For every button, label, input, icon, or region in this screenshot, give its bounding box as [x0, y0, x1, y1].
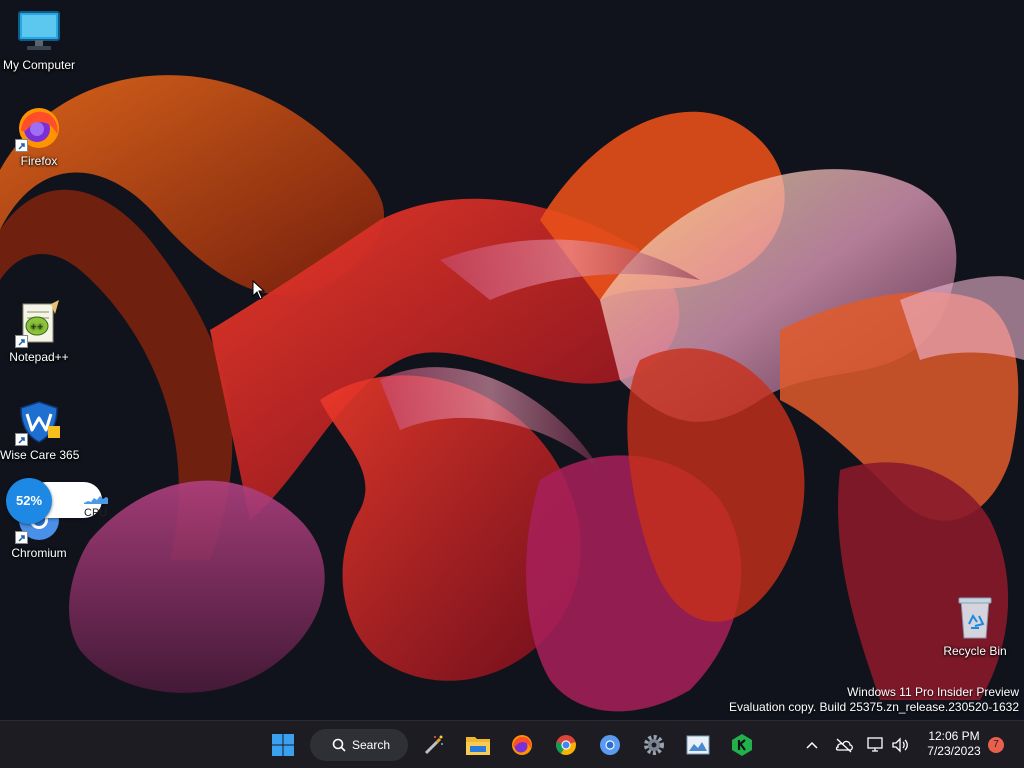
desktop-icon-label: Recycle Bin: [943, 644, 1007, 658]
desktop-icon-label: Chromium: [11, 546, 67, 560]
desktop-icon-firefox[interactable]: Firefox: [0, 104, 78, 168]
taskbar-app-file-explorer[interactable]: [462, 729, 494, 761]
tray-overflow-button[interactable]: [802, 735, 822, 755]
firefox-icon: [15, 104, 63, 152]
shortcut-arrow-icon: [15, 335, 28, 348]
search-icon: [332, 738, 346, 752]
chevron-up-icon: [806, 741, 818, 749]
mouse-cursor-icon: [252, 280, 266, 300]
desktop-icon-label: Firefox: [20, 154, 58, 168]
shortcut-arrow-icon: [15, 531, 28, 544]
start-button[interactable]: [267, 729, 299, 761]
desktop-icon-notepad-plus-plus[interactable]: ++ Notepad++: [0, 300, 78, 364]
desktop-icon-my-computer[interactable]: My Computer: [0, 8, 78, 72]
firefox-icon: [512, 735, 532, 755]
chromium-icon: [600, 735, 620, 755]
tray-network[interactable]: [866, 735, 886, 755]
taskbar-app-photos[interactable]: [682, 729, 714, 761]
clock-time: 12:06 PM: [928, 729, 980, 743]
cpu-label: CPU: [84, 507, 108, 519]
taskbar-app-chromium[interactable]: [594, 729, 626, 761]
windows-watermark: Windows 11 Pro Insider Preview Evaluatio…: [729, 685, 1019, 715]
taskbar-clock[interactable]: 12:06 PM 7/23/2023: [918, 729, 990, 759]
taskbar-app-firefox[interactable]: [506, 729, 538, 761]
monitor-icon: [15, 8, 63, 56]
taskbar-search-button[interactable]: Search: [310, 729, 408, 761]
taskbar-app-chrome[interactable]: [550, 729, 582, 761]
windows-start-icon: [272, 734, 294, 756]
desktop-icon-recycle-bin[interactable]: Recycle Bin: [936, 594, 1014, 658]
search-label: Search: [352, 738, 391, 752]
file-explorer-icon: [466, 737, 490, 755]
clock-date: 7/23/2023: [927, 744, 981, 758]
cloud-offline-icon: [835, 738, 853, 753]
cpu-usage-widget[interactable]: CPU 52%: [6, 478, 108, 524]
watermark-build: Evaluation copy. Build 25375.zn_release.…: [729, 700, 1019, 714]
shortcut-arrow-icon: [15, 433, 28, 446]
network-icon: [867, 737, 883, 752]
cpu-graph-icon: [84, 496, 108, 504]
photos-icon: [686, 735, 710, 755]
chrome-icon: [556, 735, 576, 755]
desktop-icon-label: Notepad++: [9, 350, 69, 364]
settings-icon: [644, 735, 664, 755]
cpu-percent-badge: 52%: [6, 478, 52, 524]
taskbar-app-k[interactable]: [726, 729, 758, 761]
notepad-plus-plus-icon: ++: [15, 300, 63, 348]
wise-care-shield-icon: [15, 398, 63, 446]
magic-wand-icon: [424, 735, 443, 755]
taskbar-app-magic-wand[interactable]: [418, 729, 450, 761]
shortcut-arrow-icon: [15, 139, 28, 152]
taskbar: Search 12:06 PM 7/23/2023 7: [0, 720, 1024, 768]
watermark-edition: Windows 11 Pro Insider Preview: [847, 685, 1019, 699]
desktop-icon-label: My Computer: [2, 58, 76, 72]
desktop-wallpaper: [0, 0, 1024, 720]
svg-text:++: ++: [30, 322, 43, 331]
desktop-icon-wise-care-365[interactable]: Wise Care 365: [0, 398, 80, 462]
k-app-icon: [732, 734, 752, 756]
recycle-bin-icon: [951, 594, 999, 642]
desktop-icon-label: Wise Care 365: [0, 448, 80, 462]
volume-icon: [892, 737, 908, 753]
tray-onedrive[interactable]: [834, 735, 854, 755]
tray-volume[interactable]: [890, 735, 910, 755]
taskbar-app-settings[interactable]: [638, 729, 670, 761]
notification-count-badge[interactable]: 7: [988, 737, 1004, 753]
